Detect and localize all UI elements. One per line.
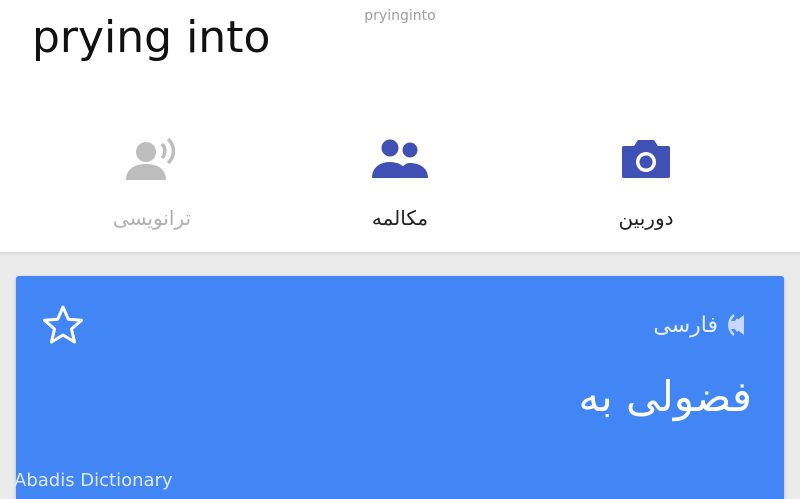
- top-panel: pryinginto prying into ترانویسی مکالمه د…: [0, 0, 800, 252]
- translation-card: فارسی فضولی به: [16, 276, 784, 499]
- transcribe-button[interactable]: ترانویسی: [62, 134, 242, 244]
- language-row[interactable]: فارسی: [653, 310, 754, 340]
- star-outline-icon[interactable]: [42, 304, 84, 346]
- person-voice-icon: [126, 137, 176, 180]
- conversation-button[interactable]: مکالمه: [310, 134, 490, 244]
- divider: [0, 252, 800, 256]
- transcribe-label: ترانویسی: [112, 206, 192, 230]
- source-text[interactable]: prying into: [32, 12, 270, 63]
- translation-text[interactable]: فضولی به: [578, 372, 752, 421]
- people-icon: [372, 139, 428, 178]
- language-label: فارسی: [653, 312, 718, 338]
- camera-button[interactable]: دوربین: [556, 134, 736, 244]
- watermark-bottom: Abadis Dictionary: [14, 470, 173, 491]
- camera-icon: [622, 140, 670, 178]
- camera-label: دوربین: [618, 206, 674, 230]
- conversation-label: مکالمه: [371, 206, 429, 230]
- speaker-icon[interactable]: [724, 310, 754, 340]
